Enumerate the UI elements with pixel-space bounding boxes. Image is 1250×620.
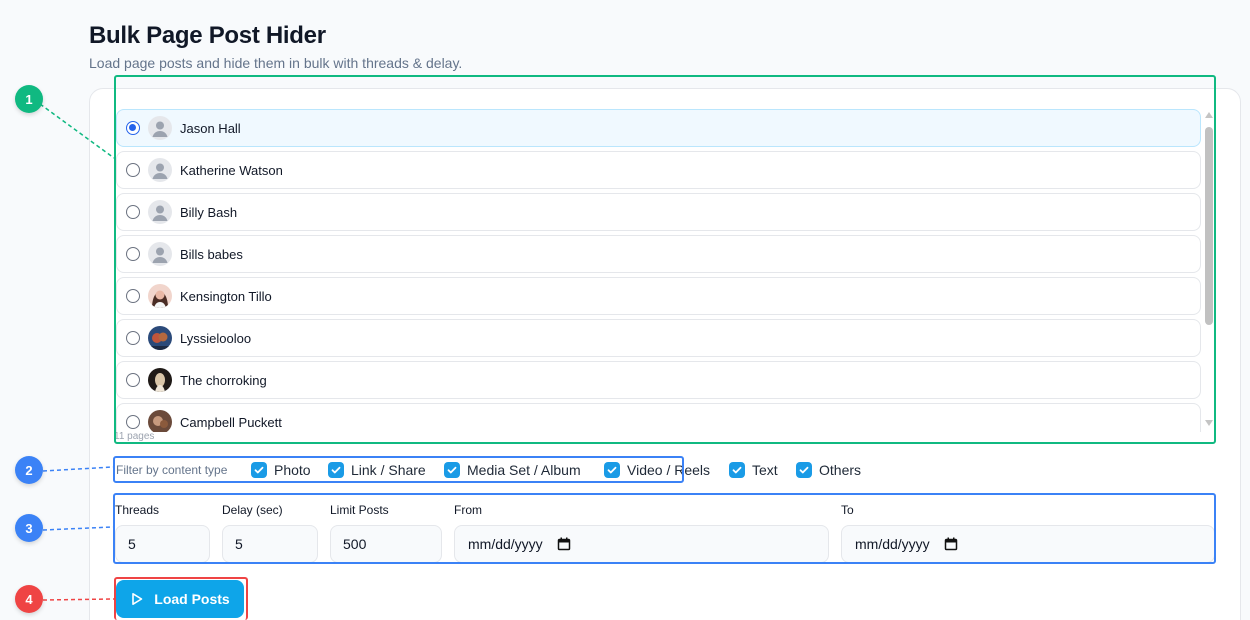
page-item-jason-hall[interactable]: Jason Hall [116, 109, 1201, 147]
page-title: Bulk Page Post Hider [89, 22, 326, 49]
threads-input[interactable] [115, 525, 210, 563]
default-avatar-icon [148, 116, 172, 140]
page-name: Katherine Watson [180, 162, 283, 178]
scroll-thumb[interactable] [1205, 127, 1213, 325]
limit-posts-input[interactable] [330, 525, 442, 563]
default-avatar-icon [148, 158, 172, 182]
filter-photo-checkbox[interactable]: Photo [251, 462, 311, 478]
page-item-campbell-puckett[interactable]: Campbell Puckett [116, 403, 1201, 432]
photo-avatar-icon [148, 410, 172, 432]
page-item-the-chorroking[interactable]: The chorroking [116, 361, 1201, 399]
page-name: Campbell Puckett [180, 414, 282, 430]
calendar-icon[interactable] [557, 537, 571, 551]
threads-label: Threads [115, 503, 160, 517]
delay-input[interactable] [222, 525, 318, 563]
radio-button[interactable] [126, 373, 140, 387]
page-subtitle: Load page posts and hide them in bulk wi… [89, 55, 463, 71]
filter-option-label: Video / Reels [627, 462, 711, 478]
page-name: Jason Hall [180, 120, 241, 136]
page-list-scrollbar[interactable] [1204, 110, 1214, 428]
page-list: Jason Hall Katherine Watson Billy Bash B… [116, 108, 1202, 432]
default-avatar-icon [148, 200, 172, 224]
page-name: Kensington Tillo [180, 288, 272, 304]
pages-count: 11 pages [114, 431, 155, 442]
page-item-bills-babes[interactable]: Bills babes [116, 235, 1201, 273]
scroll-up-icon[interactable] [1205, 112, 1213, 118]
page-name: The chorroking [180, 372, 267, 388]
photo-avatar-icon [148, 284, 172, 308]
scroll-down-icon[interactable] [1205, 420, 1213, 426]
filter-option-label: Others [819, 462, 862, 478]
filter-others-checkbox[interactable]: Others [796, 462, 861, 478]
page-name: Bills babes [180, 246, 243, 262]
page-name: Lyssielooloo [180, 330, 252, 346]
filter-option-label: Link / Share [351, 462, 426, 478]
radio-button[interactable] [126, 289, 140, 303]
page-item-lyssielooloo[interactable]: Lyssielooloo [116, 319, 1201, 357]
filter-option-label: Media Set / Album [467, 462, 581, 478]
checkmark-icon[interactable] [604, 462, 620, 478]
radio-button[interactable] [126, 247, 140, 261]
load-posts-button[interactable]: Load Posts [116, 580, 244, 618]
date-placeholder: mm/dd/yyyy [468, 536, 543, 552]
limit-posts-label: Limit Posts [330, 503, 389, 517]
default-avatar-icon [148, 242, 172, 266]
annotation-badge-4: 4 [15, 585, 43, 613]
to-date-input[interactable]: mm/dd/yyyy [841, 525, 1215, 563]
from-date-input[interactable]: mm/dd/yyyy [454, 525, 829, 563]
checkmark-icon[interactable] [796, 462, 812, 478]
page-item-kensington-tillo[interactable]: Kensington Tillo [116, 277, 1201, 315]
page-item-katherine-watson[interactable]: Katherine Watson [116, 151, 1201, 189]
filter-label: Filter by content type [116, 463, 228, 477]
delay-label: Delay (sec) [222, 503, 283, 517]
to-label: To [841, 503, 854, 517]
radio-button[interactable] [126, 331, 140, 345]
radio-button[interactable] [126, 205, 140, 219]
checkmark-icon[interactable] [444, 462, 460, 478]
filter-media-set-album-checkbox[interactable]: Media Set / Album [444, 462, 581, 478]
filter-link-share-checkbox[interactable]: Link / Share [328, 462, 426, 478]
load-posts-label: Load Posts [154, 591, 230, 607]
filter-option-label: Photo [274, 462, 311, 478]
date-placeholder: mm/dd/yyyy [855, 536, 930, 552]
checkmark-icon[interactable] [729, 462, 745, 478]
filter-text-checkbox[interactable]: Text [729, 462, 778, 478]
checkmark-icon[interactable] [328, 462, 344, 478]
filter-video-reels-checkbox[interactable]: Video / Reels [604, 462, 710, 478]
from-label: From [454, 503, 482, 517]
calendar-icon[interactable] [944, 537, 958, 551]
annotation-badge-1: 1 [15, 85, 43, 113]
radio-button[interactable] [126, 121, 140, 135]
play-icon [130, 592, 144, 606]
radio-button[interactable] [126, 163, 140, 177]
page-name: Billy Bash [180, 204, 238, 220]
photo-avatar-icon [148, 326, 172, 350]
filter-option-label: Text [752, 462, 778, 478]
annotation-badge-3: 3 [15, 514, 43, 542]
photo-avatar-icon [148, 368, 172, 392]
checkmark-icon[interactable] [251, 462, 267, 478]
annotation-badge-2: 2 [15, 456, 43, 484]
page-item-billy-bash[interactable]: Billy Bash [116, 193, 1201, 231]
radio-button[interactable] [126, 415, 140, 429]
